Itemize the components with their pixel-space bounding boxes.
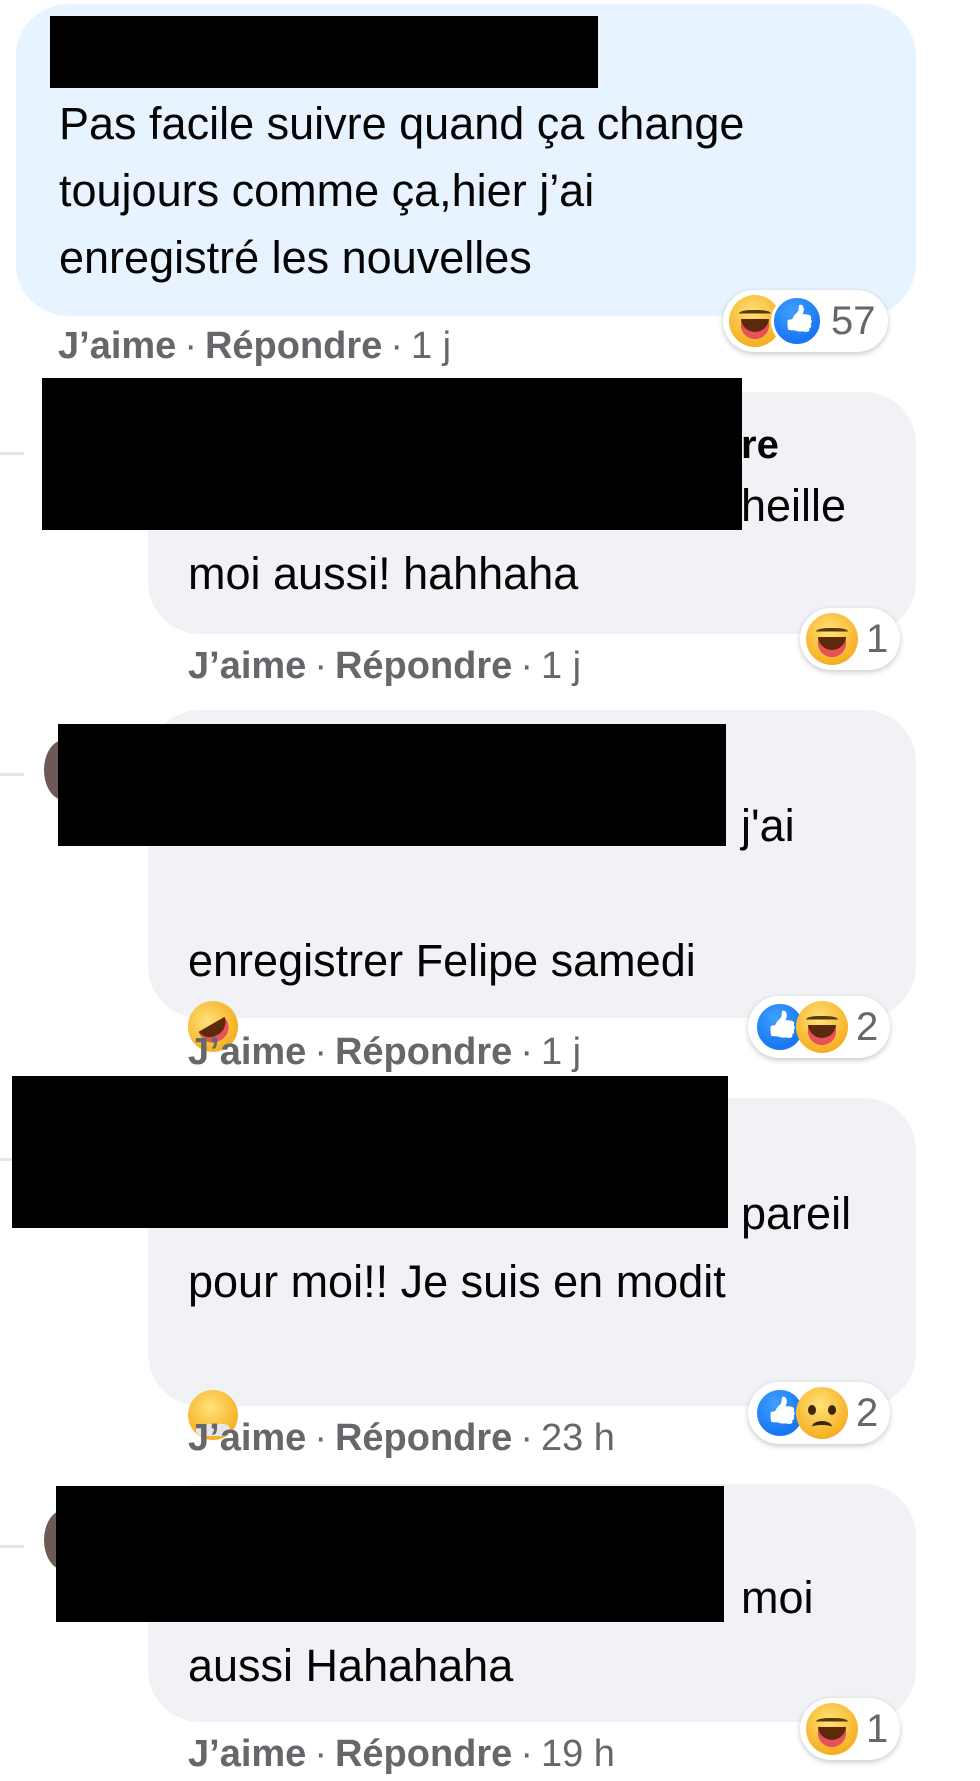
redacted-author [42,378,742,530]
like-link[interactable]: J’aime [58,325,176,367]
thread-connector [0,452,24,455]
comment-time: 1 j [540,1031,582,1073]
reaction-count: 2 [856,1390,879,1435]
reaction-summary[interactable]: 2 [748,1382,891,1444]
reply-text-line1: j'ai [741,800,795,851]
reaction-summary[interactable]: 1 [800,1698,901,1760]
comment-text: Pas facile suivre quand ça change toujou… [59,98,745,283]
redacted-author-name [50,16,598,88]
thread-connector [0,773,24,776]
reply-link[interactable]: Répondre [335,1031,512,1073]
like-link[interactable]: J’aime [188,1733,306,1775]
redacted-author [12,1076,728,1228]
redacted-author [56,1486,724,1622]
reply-text-line2: aussi Hahahaha [188,1640,514,1691]
like-reaction-icon [771,295,823,347]
comment-time: 23 h [540,1417,615,1459]
reply-text-line1: pareil [741,1188,852,1239]
reply-text-line3: moi aussi! hahhaha [188,548,579,599]
reply-link[interactable]: Répondre [335,645,512,687]
haha-reaction-icon [806,613,858,665]
comment-actions: J’aime · Répondre · 19 h [188,1733,615,1775]
comment-actions: J’aime · Répondre · 1 j [188,645,582,687]
like-link[interactable]: J’aime [188,645,306,687]
thread-connector [0,1545,24,1548]
reaction-count: 57 [831,298,876,343]
comment-actions: J’aime · Répondre · 1 j [58,325,452,367]
haha-reaction-icon [806,1703,858,1755]
comment-actions: J’aime · Répondre · 23 h [188,1417,615,1459]
reply-link[interactable]: Répondre [335,1733,512,1775]
reply-text: enregistrer Felipe samedi [188,935,696,986]
redacted-author [58,724,726,846]
reaction-count: 1 [866,1706,889,1751]
comment-actions: J’aime · Répondre · 1 j [188,1031,582,1073]
reaction-count: 2 [856,1004,879,1049]
comment-time: 19 h [540,1733,615,1775]
reaction-summary[interactable]: 57 [723,290,888,352]
reply-text-line2: heille [741,480,847,531]
reply-text-line1: re [741,423,779,467]
sad-reaction-icon [796,1387,848,1439]
reply-text-line1: moi [741,1572,814,1623]
comment-time: 1 j [540,645,582,687]
reaction-summary[interactable]: 1 [800,608,901,670]
comment-time: 1 j [410,325,452,367]
reaction-count: 1 [866,616,889,661]
like-link[interactable]: J’aime [188,1417,306,1459]
haha-reaction-icon [796,1001,848,1053]
reply-link[interactable]: Répondre [335,1417,512,1459]
like-link[interactable]: J’aime [188,1031,306,1073]
reply-link[interactable]: Répondre [205,325,382,367]
reaction-summary[interactable]: 2 [748,996,891,1058]
reply-text-line2: pour moi!! Je suis en modit [188,1256,726,1307]
